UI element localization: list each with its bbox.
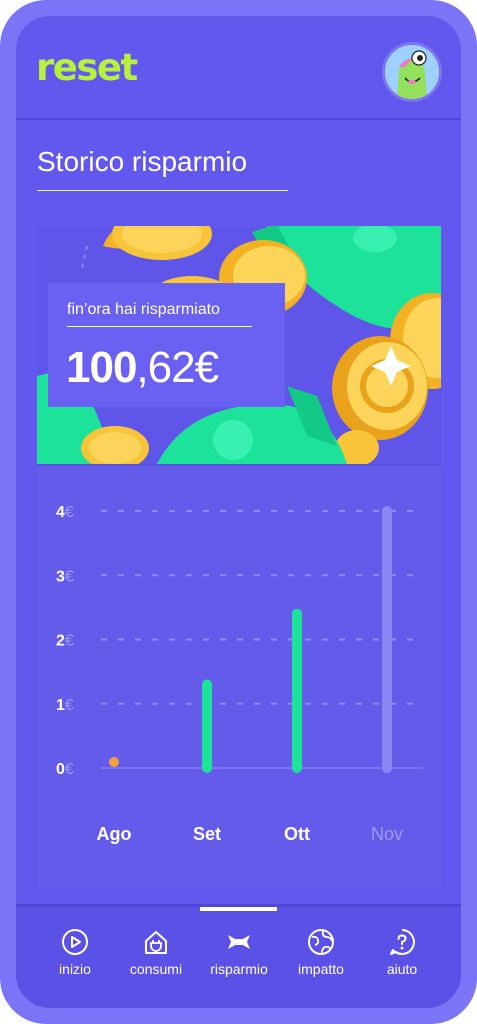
- nav-item-aiuto[interactable]: aiuto: [357, 927, 447, 977]
- page-title: Storico risparmio: [37, 146, 248, 177]
- app-screen: reset Storico risparmio fin’ora hai risp…: [16, 16, 461, 1008]
- savings-divider: [67, 326, 252, 327]
- title-underline: [37, 190, 288, 191]
- x-category-label: Set: [193, 824, 221, 844]
- x-category-label: Ott: [284, 824, 310, 844]
- y-tick-label: 3€: [56, 568, 74, 585]
- savings-hero-banner: fin’ora hai risparmiato 100,62€: [37, 226, 441, 464]
- active-tab-indicator: [200, 907, 277, 911]
- savings-label: fin’ora hai risparmiato: [67, 301, 220, 318]
- nav-label: risparmio: [210, 961, 268, 977]
- nav-item-impatto[interactable]: impatto: [276, 927, 366, 977]
- y-tick-label: 1€: [56, 697, 74, 714]
- app-logo[interactable]: reset: [36, 46, 138, 89]
- top-bar: reset: [16, 16, 461, 120]
- nav-label: inizio: [59, 961, 91, 977]
- bow-icon: [228, 935, 250, 949]
- x-category-label: Nov: [371, 824, 403, 844]
- bar-chart: 0€ 1€ 2€ 3€ 4€ Ago Set Ott Nov: [56, 504, 423, 844]
- globe-icon: [308, 929, 334, 955]
- savings-amount-integer: 100: [66, 343, 137, 392]
- nav-label: impatto: [298, 961, 344, 977]
- avatar-monster-icon[interactable]: [382, 42, 442, 102]
- savings-amount: 100,62€: [66, 343, 219, 393]
- savings-history-chart: 0€ 1€ 2€ 3€ 4€ Ago Set Ott Nov: [37, 464, 441, 888]
- nav-item-inizio[interactable]: inizio: [30, 927, 120, 977]
- house-plug-icon: [145, 931, 167, 954]
- y-tick-label: 0€: [56, 761, 74, 778]
- bar-zero-marker: [109, 757, 119, 767]
- nav-item-risparmio[interactable]: risparmio: [194, 927, 284, 977]
- savings-summary-card: fin’ora hai risparmiato 100,62€: [48, 283, 285, 407]
- y-tick-label: 4€: [56, 504, 74, 521]
- nav-item-consumi[interactable]: consumi: [111, 927, 201, 977]
- bottom-navigation: inizio consumi risparmio impatto aiuto: [16, 904, 461, 1008]
- play-icon: [62, 929, 88, 955]
- phone-frame: reset Storico risparmio fin’ora hai risp…: [0, 0, 477, 1024]
- nav-label: aiuto: [386, 961, 418, 977]
- y-tick-label: 2€: [56, 633, 74, 650]
- nav-label: consumi: [129, 961, 183, 977]
- x-category-label: Ago: [97, 824, 132, 844]
- question-bubble-icon: [390, 929, 415, 955]
- savings-amount-decimal: ,62€: [136, 343, 219, 392]
